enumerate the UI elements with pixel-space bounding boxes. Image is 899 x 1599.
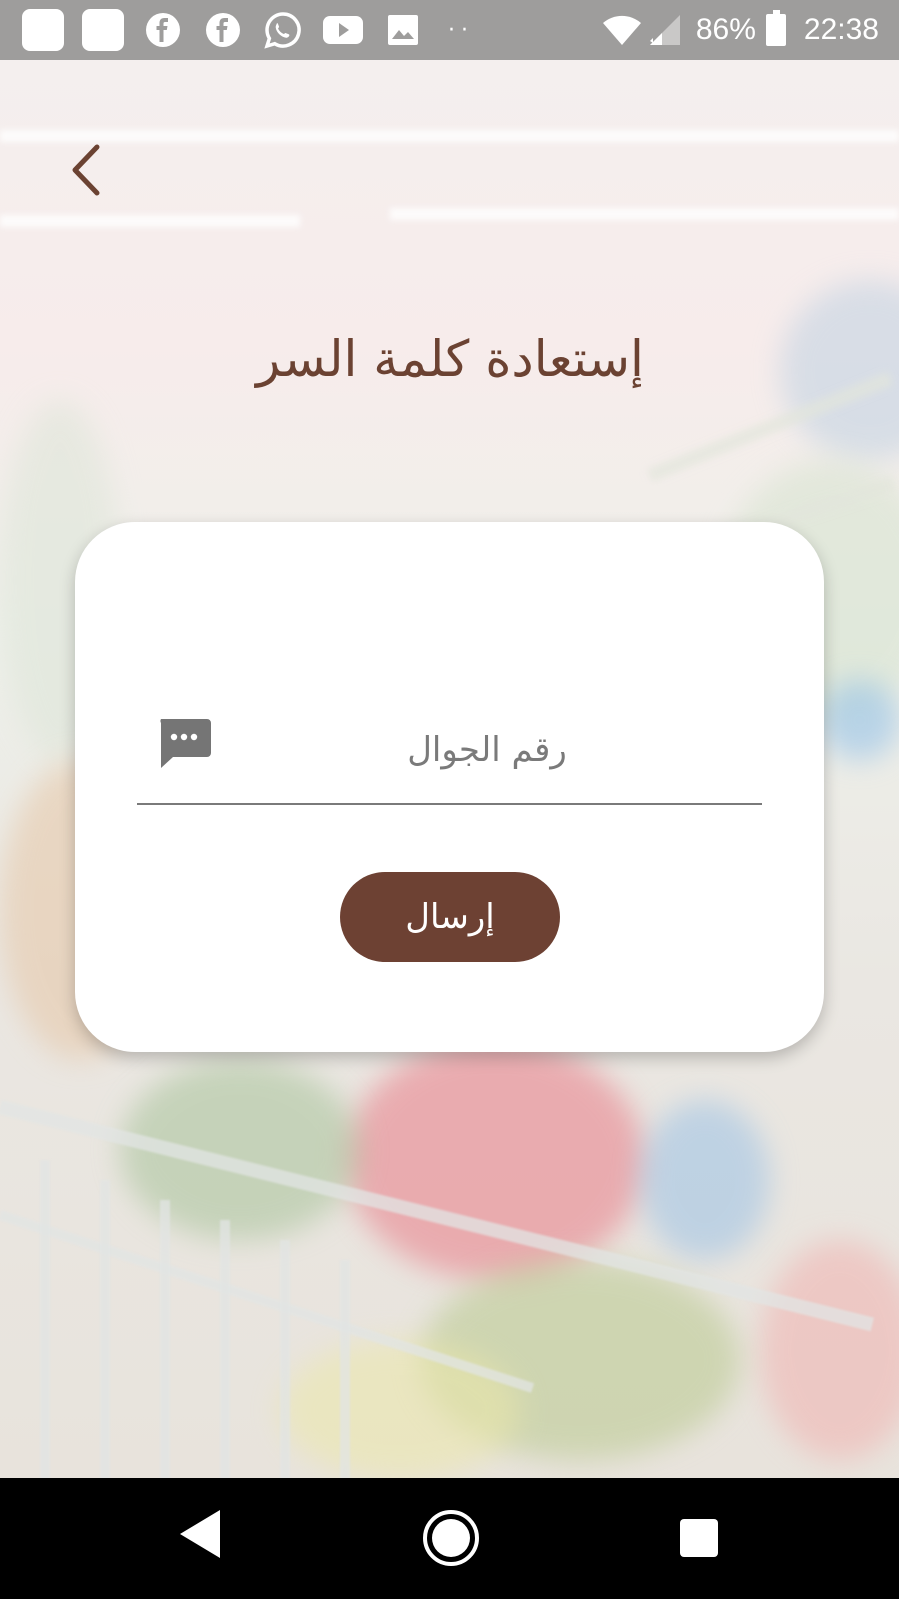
gallery-icon <box>382 9 424 51</box>
submit-button[interactable]: إرسال <box>340 872 560 962</box>
notification-icons: ·· <box>22 9 474 51</box>
phone-field <box>137 705 762 805</box>
nav-back-icon[interactable] <box>178 1508 222 1560</box>
overflow-dots: ·· <box>448 17 474 43</box>
back-button[interactable] <box>62 140 110 200</box>
system-indicators: 86% 22:38 <box>602 9 879 51</box>
clock: 22:38 <box>803 13 879 46</box>
nav-recents-icon[interactable] <box>680 1519 718 1557</box>
battery-icon <box>765 10 786 46</box>
page-title: إستعادة كلمة السر <box>256 330 644 388</box>
app-square-icon <box>82 9 124 51</box>
facebook-icon <box>202 9 244 51</box>
wifi-icon <box>602 15 641 46</box>
app-square-icon <box>22 9 64 51</box>
nav-home-icon[interactable] <box>421 1508 481 1568</box>
message-icon <box>160 719 211 768</box>
battery-percent: 86% <box>695 13 756 46</box>
whatsapp-icon <box>262 9 304 51</box>
facebook-icon <box>142 9 184 51</box>
navigation-bar <box>0 1478 899 1599</box>
phone-input[interactable] <box>247 715 727 785</box>
status-bar: ·· 86% 22:38 <box>0 0 899 60</box>
reset-password-card: إرسال <box>75 522 824 1052</box>
youtube-icon <box>322 9 364 51</box>
chevron-left-icon <box>72 144 100 196</box>
signal-icon <box>649 15 680 45</box>
